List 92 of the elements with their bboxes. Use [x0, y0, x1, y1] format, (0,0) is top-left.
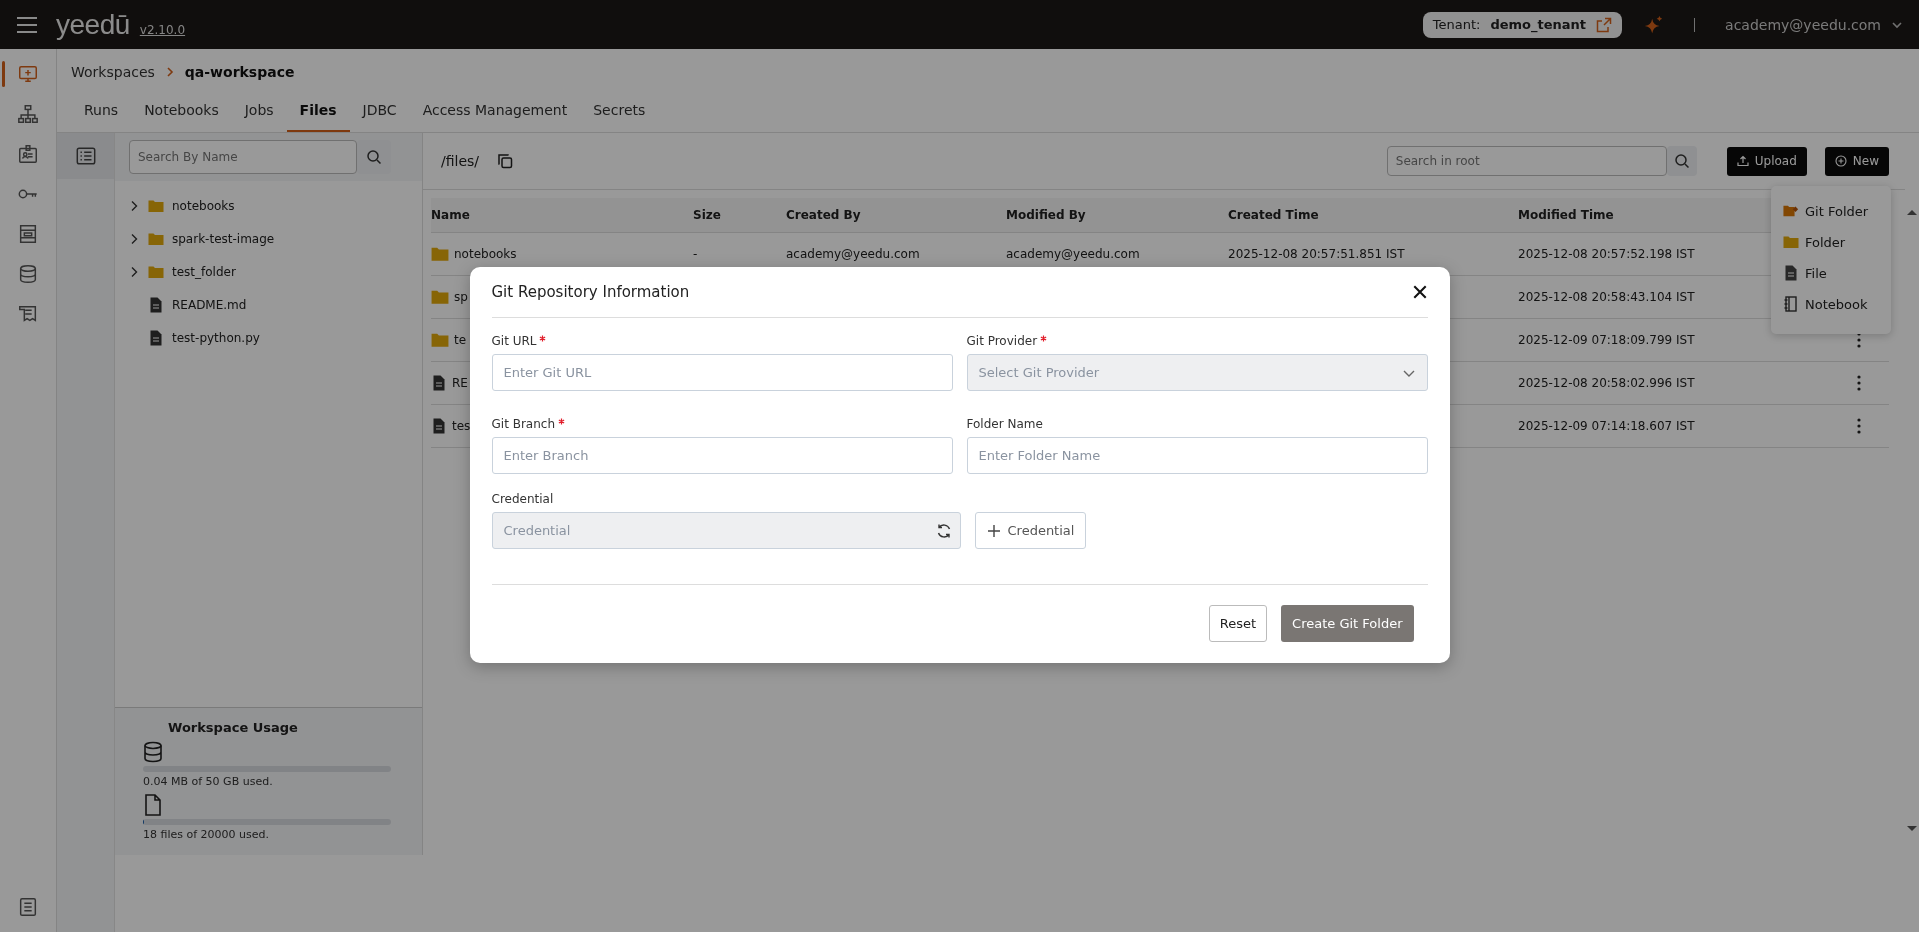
list-view-button[interactable]	[57, 133, 114, 179]
file-name[interactable]: te	[454, 333, 467, 347]
folder-icon	[431, 246, 449, 262]
file-name[interactable]: notebooks	[454, 247, 517, 261]
table-cell: 2025-12-08 20:58:02.996 IST	[1518, 376, 1695, 390]
column-header: Modified Time	[1518, 208, 1614, 222]
table-cell: 2025-12-08 20:58:43.104 IST	[1518, 290, 1695, 304]
usage-reading: 0.04 MB of 50 GB used.	[143, 775, 274, 788]
database-icon	[143, 741, 163, 763]
upload-button[interactable]: Upload	[1726, 146, 1807, 176]
menu-item[interactable]: Folder	[1783, 226, 1891, 258]
scroll-up-icon[interactable]	[1907, 209, 1917, 215]
column-header: Created Time	[1228, 208, 1319, 222]
table-cell: 2025-12-08 20:57:52.198 IST	[1518, 247, 1695, 261]
folder-icon	[431, 289, 449, 305]
column-header: Created By	[786, 208, 861, 222]
field-label: Git Provider	[966, 334, 1038, 348]
menu-item[interactable]: Notebook	[1783, 288, 1891, 320]
menu-icon[interactable]	[16, 15, 38, 34]
table-cell: 2025-12-09 07:14:18.607 IST	[1518, 419, 1695, 433]
table-cell: academy@yeedu.com	[1006, 247, 1140, 261]
scroll-down-icon[interactable]	[1907, 826, 1917, 832]
tenant-label: Tenant:	[1432, 17, 1481, 32]
field-label: Git Branch	[491, 417, 555, 431]
file-icon	[431, 375, 447, 391]
search-button[interactable]	[1666, 146, 1697, 176]
user-menu[interactable]: academy@yeedu.com	[1725, 16, 1881, 33]
column-header: Name	[431, 208, 470, 222]
file-icon	[148, 329, 164, 346]
new-button[interactable]: New	[1824, 146, 1889, 176]
plus-circle-icon	[1834, 155, 1847, 167]
logo[interactable]: yeedū	[56, 10, 130, 39]
table-cell: -	[693, 247, 698, 261]
file-name[interactable]: RE	[452, 376, 468, 390]
tab[interactable]: Runs	[71, 92, 132, 132]
file-name[interactable]: sp	[454, 290, 468, 304]
input-field[interactable]: Enter Folder Name	[966, 437, 1428, 474]
close-icon[interactable]	[1411, 284, 1428, 300]
tab[interactable]: Access Management	[409, 92, 581, 132]
more-options-icon[interactable]	[1857, 418, 1861, 434]
version-link[interactable]: v2.10.0	[139, 22, 186, 37]
breadcrumb-link[interactable]: Workspaces	[71, 64, 155, 80]
plus-icon	[986, 523, 1001, 538]
list-icon	[74, 145, 97, 167]
search-field[interactable]: Search in root	[1386, 146, 1667, 176]
external-link-icon[interactable]	[1596, 16, 1613, 33]
file-name[interactable]: tes	[452, 419, 471, 433]
input-field[interactable]: Enter Branch	[491, 437, 953, 474]
more-options-icon[interactable]	[1857, 375, 1861, 391]
breadcrumb-current: qa-workspace	[184, 64, 295, 80]
file-icon	[1783, 265, 1799, 281]
create-git-folder-button[interactable]: Create Git Folder	[1281, 605, 1414, 642]
file-icon	[148, 296, 164, 313]
tree-item[interactable]: notebooks	[172, 198, 235, 213]
file-icon	[143, 794, 163, 816]
field-label: Credential	[491, 492, 555, 506]
copy-icon[interactable]	[497, 153, 514, 169]
table-cell: 2025-12-08 20:57:51.851 IST	[1228, 247, 1405, 261]
search-field[interactable]: Search By Name	[129, 140, 357, 174]
upload-icon	[1736, 155, 1749, 167]
tab[interactable]: Secrets	[580, 92, 659, 132]
search-icon	[366, 149, 382, 165]
tab[interactable]: JDBC	[349, 92, 410, 132]
column-header: Size	[693, 208, 721, 222]
menu-item[interactable]: File	[1783, 257, 1891, 289]
tree-item[interactable]: spark-test-image	[172, 231, 275, 246]
document-icon[interactable]	[17, 896, 39, 918]
more-options-icon[interactable]	[1857, 332, 1861, 348]
menu-item[interactable]: Git Folder	[1783, 195, 1891, 227]
reset-button[interactable]: Reset	[1208, 605, 1268, 642]
notebook-icon	[1783, 296, 1799, 312]
tenant-name: demo_tenant	[1490, 17, 1587, 32]
usage-title: Workspace Usage	[168, 720, 299, 735]
git-folder-icon	[1783, 203, 1799, 219]
dialog-title: Git Repository Information	[491, 283, 690, 301]
usage-reading: 18 files of 20000 used.	[143, 828, 270, 841]
field-label: Folder Name	[966, 417, 1043, 431]
path-label: /files/	[441, 153, 480, 169]
tab[interactable]: Notebooks	[131, 92, 232, 132]
input-field[interactable]: Enter Git URL	[491, 354, 953, 391]
column-header: Modified By	[1006, 208, 1086, 222]
tab[interactable]: Jobs	[231, 92, 287, 132]
tree-item[interactable]: test_folder	[172, 264, 236, 279]
folder-icon	[431, 332, 449, 348]
table-cell: 2025-12-09 07:18:09.799 IST	[1518, 333, 1695, 347]
file-icon	[431, 418, 447, 434]
field-label: Git URL	[491, 334, 537, 348]
tree-item[interactable]: test-python.py	[172, 330, 260, 345]
search-icon	[1673, 153, 1690, 169]
table-cell: academy@yeedu.com	[786, 247, 920, 261]
tenant-badge[interactable]: Tenant: demo_tenant	[1422, 11, 1623, 38]
tree-item[interactable]: README.md	[172, 297, 247, 312]
